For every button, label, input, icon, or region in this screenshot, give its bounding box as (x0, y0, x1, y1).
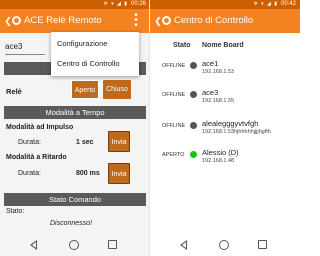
status-time: 00:42 (280, 1, 296, 7)
aperto-button[interactable]: Aperto (71, 80, 99, 99)
board-ip: 192.168.1.53 (202, 69, 235, 75)
column-header-name: Nome Board (202, 42, 244, 49)
nav-back-icon[interactable] (30, 240, 37, 250)
app-logo-icon (162, 16, 171, 25)
section-header-status: Stato Comando (4, 193, 146, 206)
nav-recent-icon[interactable] (108, 240, 117, 249)
board-name: alealegggyvtvfgh (202, 119, 259, 128)
board-name: ace3 (202, 88, 219, 97)
status-icons: ✲ ▾ ◢ ▮ (103, 1, 128, 7)
status-dot-icon (190, 122, 197, 129)
impulse-duration-label: Durata: (18, 139, 41, 146)
nav-bar (0, 234, 150, 256)
status-time: 00:26 (130, 1, 146, 7)
nav-bar (150, 234, 300, 256)
impulse-title: Modalità ad Impulso (6, 124, 74, 131)
board-ip: 192.168.1.55 (202, 98, 235, 104)
board-name: ace1 (202, 59, 219, 68)
delay-send-button[interactable]: Invia (108, 163, 130, 184)
board-row[interactable]: APERTO Alessio (D) 192.168.1.48 (150, 145, 300, 173)
status-bar: ✲ ▾ ◢ ▮ 00:42 (150, 0, 300, 9)
menu-item-centro-di-controllo[interactable]: Centro di Controllo (51, 54, 139, 74)
section-header-status-label: Stato Comando (48, 195, 102, 204)
device-input[interactable]: ace3 (5, 40, 45, 55)
status-dot-icon (190, 62, 197, 69)
board-status: OFFLINE (162, 63, 186, 69)
status-label: Stato: (6, 208, 25, 215)
status-value: Disconnesso! (50, 220, 93, 227)
chiuso-button[interactable]: Chiuso (103, 80, 131, 99)
delay-title: Modalità a Ritardo (6, 154, 67, 161)
app-bar: ❮ ACE Relè Remoto • • • (0, 9, 150, 33)
app-bar: ❮ Centro di Controllo (150, 9, 300, 33)
phone-left: ✲ ▾ ◢ ▮ 00:26 ❮ ACE Relè Remoto • • • ace3… (0, 0, 150, 256)
nav-home-icon[interactable] (219, 240, 229, 250)
status-bar: ✲ ▾ ◢ ▮ 00:26 (0, 0, 150, 9)
nav-home-icon[interactable] (69, 240, 79, 250)
phone-right: ✲ ▾ ◢ ▮ 00:42 ❮ Centro di Controllo Stat… (150, 0, 300, 256)
board-ip: 192.168.1.53hjhhhhhjjjjhgfth (202, 129, 271, 135)
status-dot-icon (190, 151, 197, 158)
delay-duration-label: Durata: (18, 170, 41, 177)
board-status: OFFLINE (162, 92, 186, 98)
rele-label: Relè (6, 87, 22, 96)
board-row[interactable]: OFFLINE ace3 192.168.1.55 (150, 85, 300, 113)
status-icons: ✲ ▾ ◢ ▮ (253, 1, 278, 7)
status-dot-icon (190, 91, 197, 98)
nav-recent-icon[interactable] (258, 240, 267, 249)
board-status: OFFLINE (162, 123, 186, 129)
delay-duration-value[interactable]: 800 ms (76, 170, 100, 177)
menu-item-configurazione[interactable]: Configurazione (51, 34, 139, 54)
board-name: Alessio (D) (202, 148, 239, 157)
board-row[interactable]: OFFLINE ace1 192.168.1.53 (150, 56, 300, 84)
section-header-mode-label: Modalità a Tempo (45, 108, 105, 117)
overflow-menu: Configurazione Centro di Controllo (51, 32, 139, 76)
column-header-status: Stato (173, 42, 191, 49)
board-row[interactable]: OFFLINE alealegggyvtvfgh 192.168.1.53hjh… (150, 116, 300, 144)
section-header-mode: Modalità a Tempo (4, 106, 146, 119)
impulse-send-button[interactable]: Invia (108, 131, 130, 152)
app-logo-icon (12, 16, 21, 25)
app-title: ACE Relè Remoto (24, 15, 102, 26)
nav-back-icon[interactable] (180, 240, 187, 250)
board-status: APERTO (162, 152, 185, 158)
board-ip: 192.168.1.48 (202, 158, 235, 164)
app-title: Centro di Controllo (174, 15, 254, 26)
impulse-duration-value[interactable]: 1 sec (76, 139, 94, 146)
overflow-menu-icon[interactable]: • • • (134, 11, 138, 31)
